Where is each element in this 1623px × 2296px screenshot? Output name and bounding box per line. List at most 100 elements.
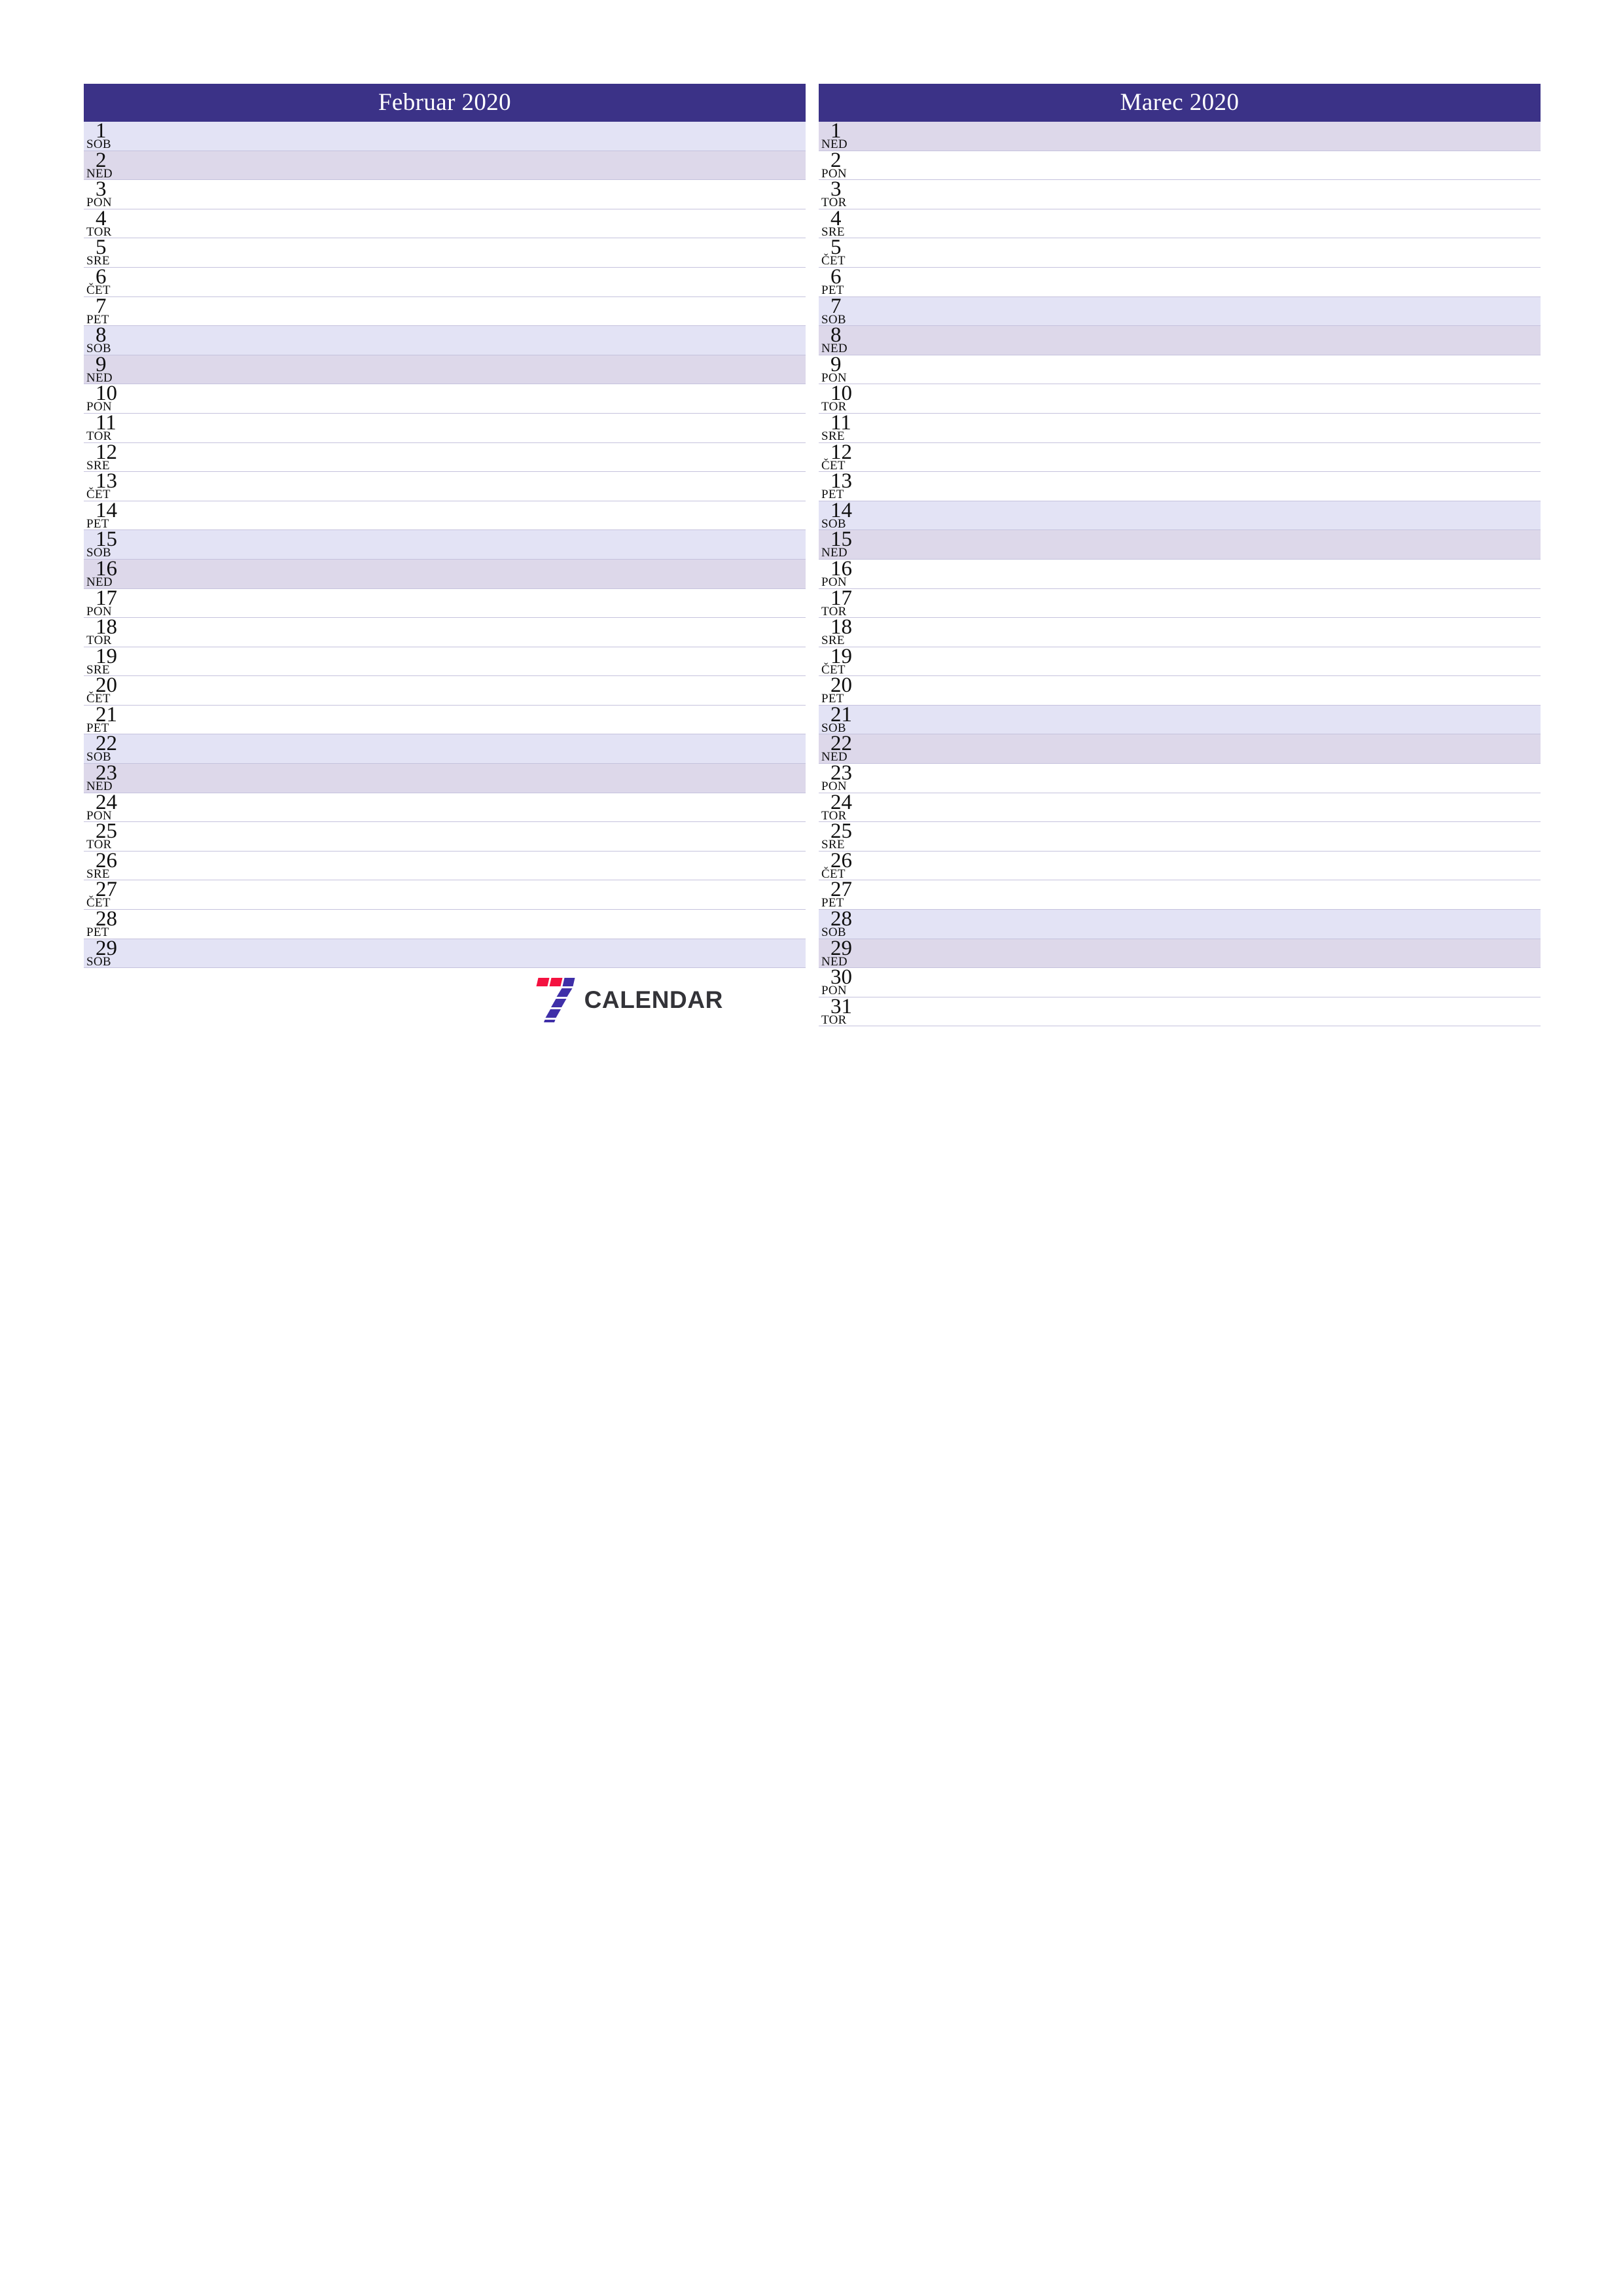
brand-footer: CALENDAR: [84, 968, 806, 1031]
day-list-february: 1 SOB 2 NED 3 PON 4 TOR 5 SRE 6 ČET 7 PET 8 SOB 9 NED 10 PO…: [84, 122, 806, 969]
day-weekday-abbrev: ČET: [821, 254, 846, 268]
day-weekday-abbrev: SOB: [821, 516, 846, 531]
day-weekday-abbrev: NED: [86, 780, 113, 793]
day-row[interactable]: 7 SOB: [819, 296, 1541, 327]
day-row[interactable]: 16 PON: [819, 559, 1541, 589]
day-weekday-abbrev: TOR: [821, 400, 847, 414]
day-row[interactable]: 2 NED: [84, 151, 806, 181]
day-weekday-abbrev: SRE: [821, 634, 845, 647]
day-row[interactable]: 4 TOR: [84, 209, 806, 239]
day-row[interactable]: 20 PET: [819, 676, 1541, 706]
day-row[interactable]: 12 SRE: [84, 442, 806, 473]
day-row[interactable]: 22 SOB: [84, 734, 806, 764]
day-weekday-abbrev: NED: [86, 370, 113, 385]
day-weekday-abbrev: PON: [821, 575, 847, 589]
day-row[interactable]: 22 NED: [819, 734, 1541, 764]
day-row[interactable]: 10 TOR: [819, 384, 1541, 414]
day-row[interactable]: 23 PON: [819, 764, 1541, 793]
day-weekday-abbrev: PET: [821, 283, 844, 297]
day-row[interactable]: 3 PON: [84, 180, 806, 209]
day-weekday-abbrev: PON: [86, 196, 112, 209]
day-weekday-abbrev: TOR: [86, 838, 112, 852]
month-column-february: Februar 2020 1 SOB 2 NED 3 PON 4 TOR 5 SRE 6 ČET 7 PE…: [84, 84, 806, 1031]
day-row[interactable]: 10 PON: [84, 384, 806, 414]
day-row[interactable]: 27 ČET: [84, 880, 806, 910]
day-row[interactable]: 23 NED: [84, 764, 806, 793]
day-weekday-abbrev: SRE: [86, 867, 110, 881]
day-row[interactable]: 6 PET: [819, 267, 1541, 297]
day-row[interactable]: 19 ČET: [819, 647, 1541, 677]
day-weekday-abbrev: PET: [821, 896, 844, 910]
day-row[interactable]: 18 SRE: [819, 618, 1541, 647]
day-row[interactable]: 3 TOR: [819, 180, 1541, 209]
day-row[interactable]: 16 NED: [84, 559, 806, 589]
day-weekday-abbrev: SOB: [821, 721, 846, 735]
day-row[interactable]: 6 ČET: [84, 267, 806, 297]
day-row[interactable]: 27 PET: [819, 880, 1541, 910]
day-row[interactable]: 29 NED: [819, 939, 1541, 969]
day-row[interactable]: 1 NED: [819, 122, 1541, 151]
day-row[interactable]: 29 SOB: [84, 939, 806, 969]
day-weekday-abbrev: PON: [821, 984, 847, 997]
day-row[interactable]: 12 ČET: [819, 442, 1541, 473]
day-row[interactable]: 17 PON: [84, 588, 806, 619]
day-row[interactable]: 18 TOR: [84, 618, 806, 647]
day-row[interactable]: 14 SOB: [819, 501, 1541, 531]
day-row[interactable]: 8 SOB: [84, 326, 806, 355]
day-weekday-abbrev: PET: [821, 692, 844, 706]
day-row[interactable]: 25 TOR: [84, 822, 806, 852]
day-row[interactable]: 25 SRE: [819, 822, 1541, 852]
day-row[interactable]: 9 PON: [819, 355, 1541, 385]
day-row[interactable]: 7 PET: [84, 296, 806, 327]
day-weekday-abbrev: ČET: [86, 488, 111, 501]
day-weekday-abbrev: NED: [821, 546, 847, 560]
day-row[interactable]: 28 PET: [84, 910, 806, 939]
day-row[interactable]: 21 PET: [84, 705, 806, 735]
day-weekday-abbrev: SOB: [86, 750, 111, 764]
day-weekday-abbrev: NED: [86, 166, 113, 181]
day-row[interactable]: 1 SOB: [84, 122, 806, 151]
day-row[interactable]: 24 TOR: [819, 793, 1541, 823]
day-row[interactable]: 8 NED: [819, 326, 1541, 355]
day-row[interactable]: 20 ČET: [84, 676, 806, 706]
day-row[interactable]: 15 SOB: [84, 530, 806, 560]
day-weekday-abbrev: PON: [821, 780, 847, 793]
day-weekday-abbrev: ČET: [86, 896, 111, 910]
day-row[interactable]: 9 NED: [84, 355, 806, 385]
day-row[interactable]: 19 SRE: [84, 647, 806, 677]
day-row[interactable]: 5 ČET: [819, 238, 1541, 268]
day-row[interactable]: 14 PET: [84, 501, 806, 531]
day-row[interactable]: 24 PON: [84, 793, 806, 823]
day-row[interactable]: 30 PON: [819, 968, 1541, 997]
day-weekday-abbrev: TOR: [821, 196, 847, 209]
day-weekday-abbrev: PET: [86, 312, 109, 327]
day-row[interactable]: 28 SOB: [819, 910, 1541, 939]
day-row[interactable]: 26 ČET: [819, 851, 1541, 881]
day-weekday-abbrev: NED: [821, 137, 847, 151]
day-weekday-abbrev: PET: [86, 925, 109, 939]
day-row[interactable]: 31 TOR: [819, 997, 1541, 1027]
day-row[interactable]: 4 SRE: [819, 209, 1541, 239]
day-weekday-abbrev: PON: [86, 604, 112, 619]
month-title-february: Februar 2020: [84, 84, 806, 122]
day-row[interactable]: 11 TOR: [84, 413, 806, 443]
day-weekday-abbrev: SOB: [86, 954, 111, 969]
day-row[interactable]: 5 SRE: [84, 238, 806, 268]
planner-columns: Februar 2020 1 SOB 2 NED 3 PON 4 TOR 5 SRE 6 ČET 7 PE…: [84, 84, 1541, 1031]
day-weekday-abbrev: NED: [821, 342, 847, 355]
day-weekday-abbrev: TOR: [86, 224, 112, 239]
day-row[interactable]: 15 NED: [819, 530, 1541, 560]
planner-page: Februar 2020 1 SOB 2 NED 3 PON 4 TOR 5 SRE 6 ČET 7 PE…: [0, 0, 1623, 2296]
day-row[interactable]: 21 SOB: [819, 705, 1541, 735]
day-weekday-abbrev: SRE: [821, 429, 845, 443]
month-column-march: Marec 2020 1 NED 2 PON 3 TOR 4 SRE 5 ČET 6 PET 7 SOB 8…: [819, 84, 1541, 1027]
day-row[interactable]: 17 TOR: [819, 588, 1541, 619]
day-row[interactable]: 11 SRE: [819, 413, 1541, 443]
day-row[interactable]: 13 ČET: [84, 472, 806, 501]
day-row[interactable]: 26 SRE: [84, 851, 806, 881]
day-weekday-abbrev: PET: [86, 516, 109, 531]
day-weekday-abbrev: SRE: [821, 224, 845, 239]
day-row[interactable]: 2 PON: [819, 151, 1541, 181]
day-row[interactable]: 13 PET: [819, 472, 1541, 501]
day-weekday-abbrev: TOR: [86, 634, 112, 647]
